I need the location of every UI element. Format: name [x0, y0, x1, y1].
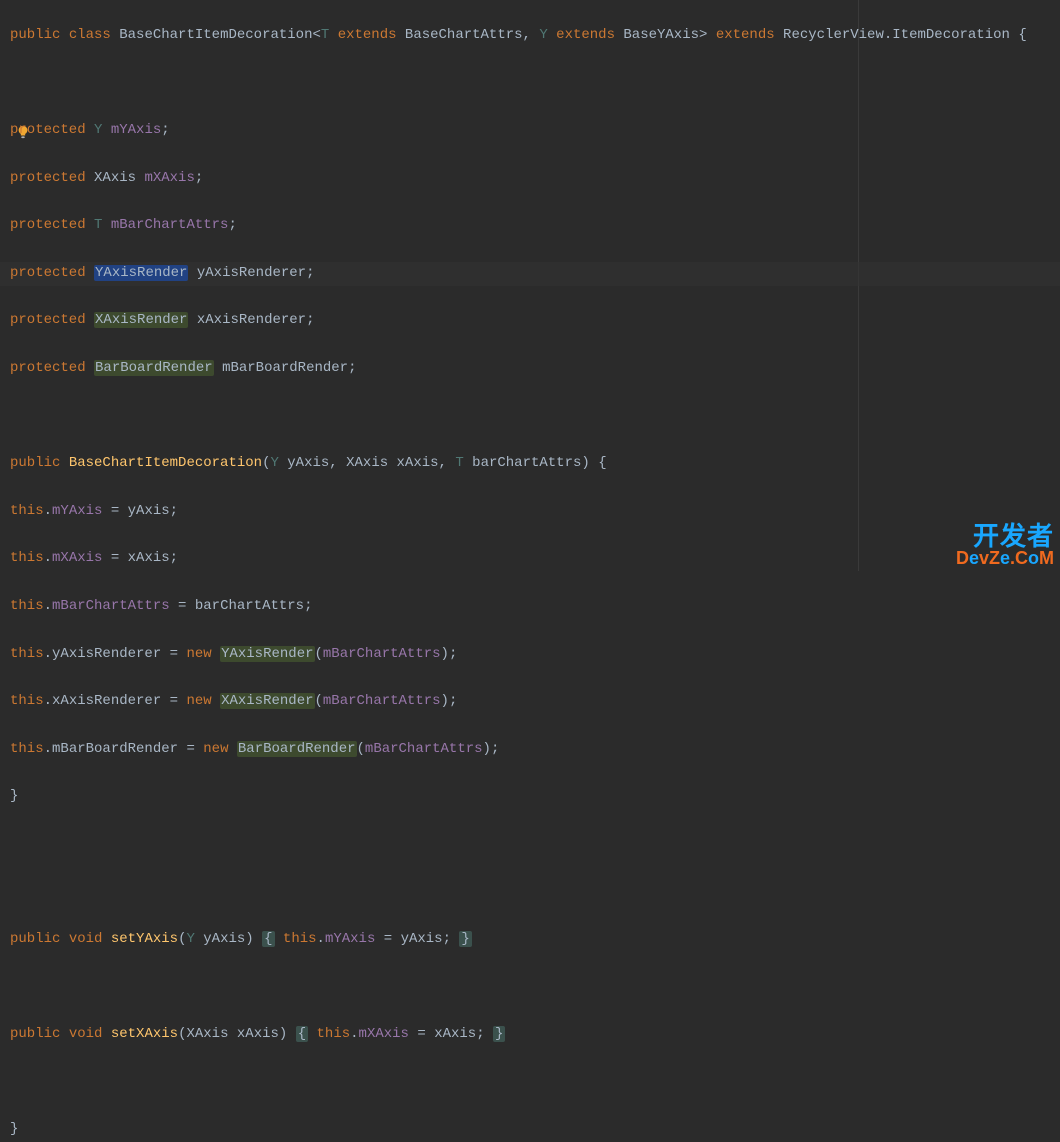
code-line	[0, 833, 1060, 857]
code-line: protected Y mYAxis;	[0, 119, 1060, 143]
code-line: public void setXAxis(XAxis xAxis) { this…	[0, 1023, 1060, 1047]
code-line	[0, 71, 1060, 95]
code-line: public class BaseChartItemDecoration<T e…	[0, 24, 1060, 48]
code-line: this.mBarBoardRender = new BarBoardRende…	[0, 738, 1060, 762]
code-line	[0, 1071, 1060, 1095]
code-line	[0, 976, 1060, 1000]
code-editor[interactable]: public class BaseChartItemDecoration<T e…	[0, 0, 1060, 571]
code-line: protected T mBarChartAttrs;	[0, 214, 1060, 238]
code-line	[0, 880, 1060, 904]
code-line	[0, 405, 1060, 429]
code-line: protected XAxis mXAxis;	[0, 167, 1060, 191]
code-line: this.xAxisRenderer = new XAxisRender(mBa…	[0, 690, 1060, 714]
code-line: }	[0, 785, 1060, 809]
code-line: public BaseChartItemDecoration(Y yAxis, …	[0, 452, 1060, 476]
code-line: this.mXAxis = xAxis;	[0, 547, 1060, 571]
code-line: this.mBarChartAttrs = barChartAttrs;	[0, 595, 1060, 619]
code-line: }	[0, 1118, 1060, 1142]
code-line: protected YAxisRender yAxisRenderer;	[0, 262, 1060, 286]
code-line: this.yAxisRenderer = new YAxisRender(mBa…	[0, 643, 1060, 667]
code-line: protected BarBoardRender mBarBoardRender…	[0, 357, 1060, 381]
code-line: public void setYAxis(Y yAxis) { this.mYA…	[0, 928, 1060, 952]
code-line: this.mYAxis = yAxis;	[0, 500, 1060, 524]
code-line: protected XAxisRender xAxisRenderer;	[0, 309, 1060, 333]
